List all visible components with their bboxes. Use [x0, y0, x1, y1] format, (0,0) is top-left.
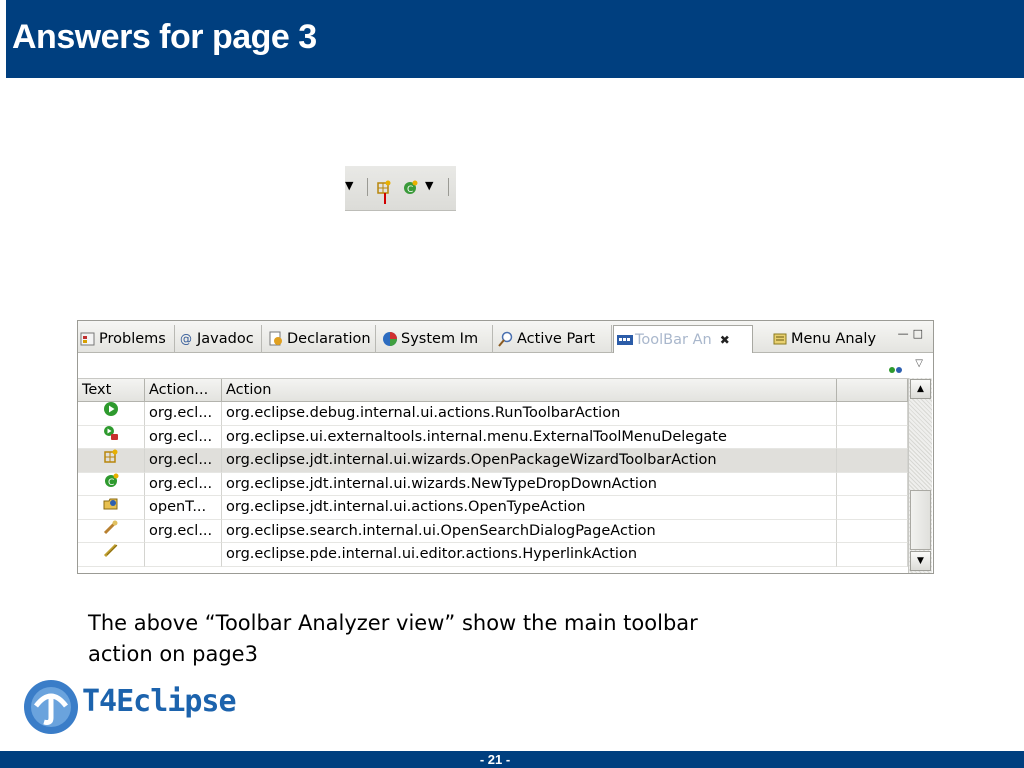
- active-part-icon: [498, 331, 514, 347]
- view-menu-icon[interactable]: ▽: [915, 358, 923, 369]
- highlight-marker: [384, 193, 386, 204]
- column-header-action[interactable]: Action: [222, 379, 837, 401]
- scrollbar-thumb[interactable]: [910, 490, 931, 550]
- toolbar-separator: [367, 178, 368, 196]
- tab-toolbar-analyzer[interactable]: ToolBar An ✖: [613, 325, 753, 353]
- table-row[interactable]: org.ecl... org.eclipse.debug.internal.ui…: [78, 402, 908, 426]
- caption: The above “Toolbar Analyzer view” show t…: [88, 608, 868, 670]
- dropdown-arrow-icon[interactable]: ▼: [345, 179, 353, 193]
- menu-analyzer-icon: [772, 331, 788, 347]
- problems-icon: [80, 331, 96, 347]
- title-bar: Answers for page 3: [6, 0, 1024, 78]
- logo-text: T4Eclipse: [82, 684, 237, 719]
- scroll-up-icon[interactable]: ▲: [910, 379, 931, 399]
- minimize-maximize-buttons[interactable]: —□: [898, 327, 927, 340]
- table-row[interactable]: org.ecl... org.eclipse.ui.externaltools.…: [78, 425, 908, 449]
- close-icon[interactable]: ✖: [720, 333, 730, 347]
- slide-title: Answers for page 3: [12, 18, 317, 56]
- hyperlink-icon: [103, 543, 119, 566]
- column-header-empty[interactable]: [837, 379, 908, 401]
- new-type-icon[interactable]: C: [402, 179, 418, 199]
- search-icon: [103, 520, 119, 543]
- run-icon: [103, 402, 119, 425]
- declaration-icon: [268, 331, 284, 347]
- dropdown-arrow-icon[interactable]: ▼: [425, 179, 433, 193]
- tab-system-im[interactable]: System Im: [380, 325, 493, 353]
- scroll-down-icon[interactable]: ▼: [910, 551, 931, 571]
- table-row[interactable]: C org.ecl... org.eclipse.jdt.internal.ui…: [78, 472, 908, 496]
- tab-menu-analyzer[interactable]: Menu Analy: [770, 325, 882, 353]
- view-tab-bar: Problems @ Javadoc Declaration System Im…: [78, 321, 933, 353]
- toolbar-analyzer-view: Problems @ Javadoc Declaration System Im…: [77, 320, 934, 574]
- external-tool-icon: [103, 425, 119, 449]
- javadoc-icon: @: [180, 332, 192, 346]
- column-header-text[interactable]: Text: [78, 379, 145, 401]
- logo-circle-icon: [24, 680, 78, 734]
- tab-declaration[interactable]: Declaration: [266, 325, 376, 353]
- pie-chart-icon: [382, 331, 398, 347]
- caption-line-2: action on page3: [88, 642, 258, 666]
- vertical-scrollbar[interactable]: ▲ ▼: [908, 378, 932, 573]
- tab-problems[interactable]: Problems: [78, 325, 175, 353]
- table-row-selected[interactable]: org.ecl... org.eclipse.jdt.internal.ui.w…: [78, 449, 908, 473]
- footer-bar: - 21 -: [0, 751, 1024, 768]
- open-type-icon: [103, 496, 119, 519]
- actions-table: Text Action... Action org.ecl... org.ecl…: [78, 378, 908, 567]
- new-class-icon: C: [103, 473, 119, 496]
- view-toolbar: ▽: [78, 353, 933, 378]
- table-header: Text Action... Action: [78, 378, 908, 402]
- tab-active-part[interactable]: Active Part: [496, 325, 612, 353]
- table-row[interactable]: openT... org.eclipse.jdt.internal.ui.act…: [78, 496, 908, 520]
- tab-javadoc[interactable]: @ Javadoc: [176, 325, 262, 353]
- filter-icon[interactable]: [889, 361, 903, 377]
- table-row[interactable]: org.eclipse.pde.internal.ui.editor.actio…: [78, 543, 908, 567]
- column-header-action-short[interactable]: Action...: [145, 379, 222, 401]
- package-wizard-icon: [103, 449, 119, 472]
- toolbar-separator: [448, 178, 449, 196]
- toolbar-analyzer-icon: [616, 332, 633, 348]
- svg-text:C: C: [108, 478, 114, 488]
- caption-line-1: The above “Toolbar Analyzer view” show t…: [88, 611, 698, 635]
- svg-text:C: C: [407, 185, 413, 195]
- t4eclipse-logo: T4Eclipse: [22, 676, 282, 738]
- main-toolbar-crop: ▼ C ▼: [345, 166, 456, 211]
- table-row[interactable]: org.ecl... org.eclipse.search.internal.u…: [78, 519, 908, 543]
- page-number: - 21 -: [479, 752, 511, 767]
